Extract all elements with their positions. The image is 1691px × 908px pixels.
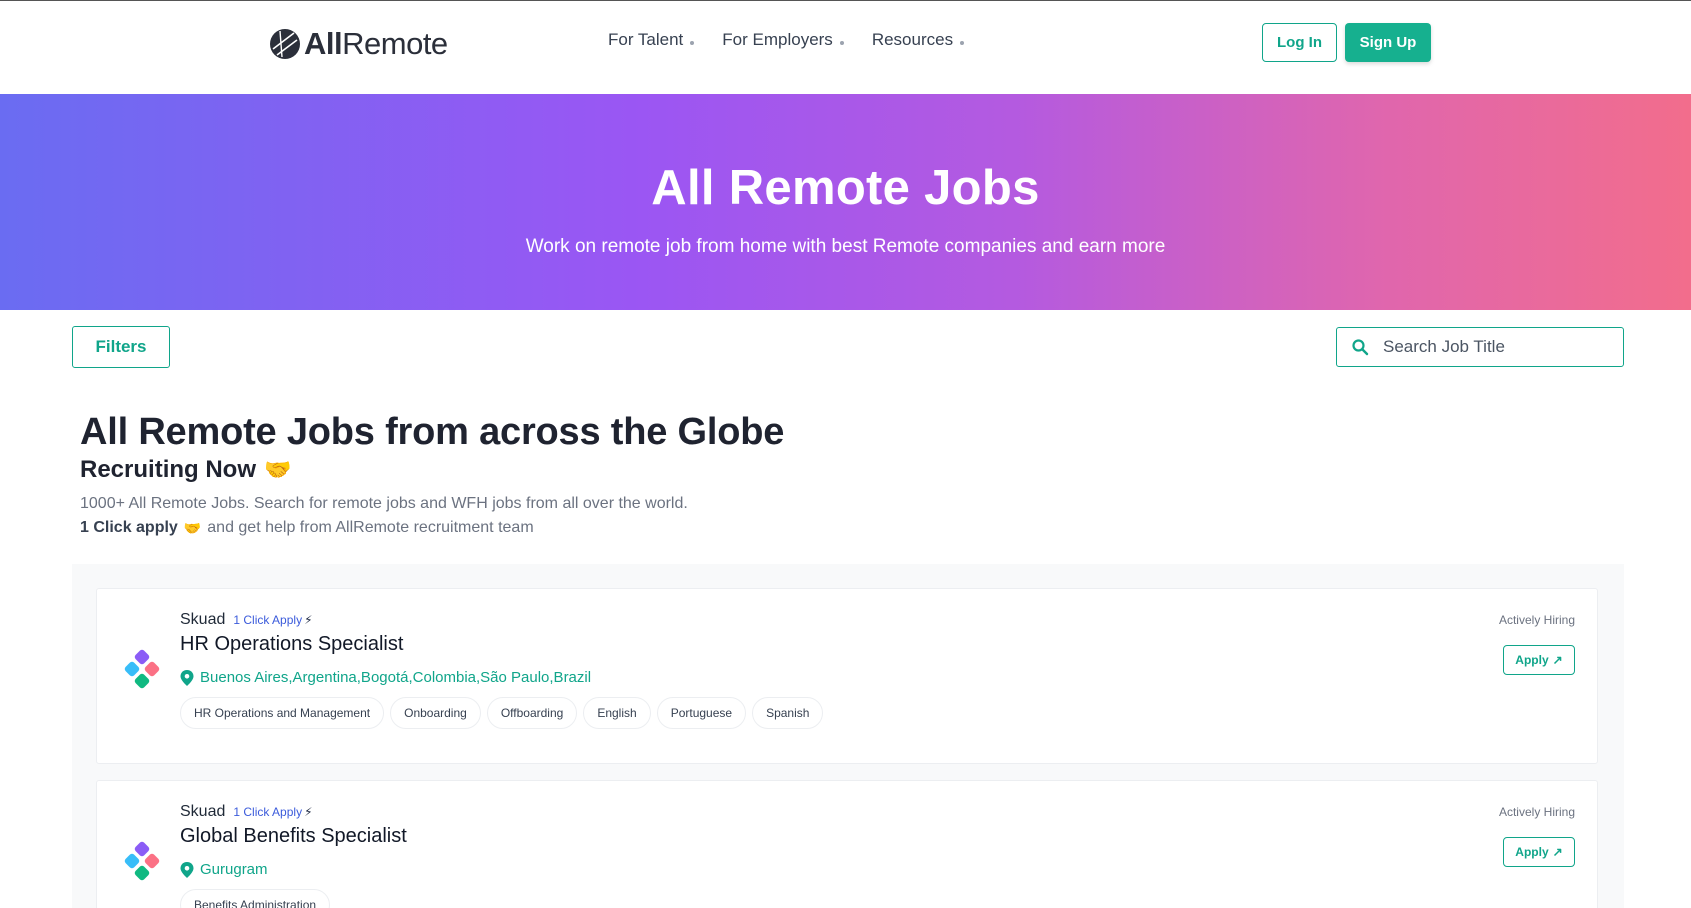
- job-card[interactable]: Skuad 1 Click Apply ⚡ HR Operations Spec…: [96, 588, 1598, 764]
- globe-logo-icon: [270, 29, 300, 59]
- logo-wordmark: AllRemote: [304, 26, 448, 61]
- skill-tag[interactable]: Spanish: [752, 697, 824, 729]
- skuad-logo-icon: [124, 841, 160, 881]
- nav-label: For Employers: [722, 30, 833, 49]
- search-icon: [1352, 339, 1369, 356]
- skill-tag[interactable]: Onboarding: [390, 697, 481, 729]
- one-click-apply-badge: 1 Click Apply ⚡: [233, 613, 312, 627]
- hiring-status: Actively Hiring: [1498, 613, 1575, 627]
- apply-button[interactable]: Apply ↗: [1503, 837, 1575, 867]
- handshake-icon: 🤝: [183, 519, 202, 536]
- login-button[interactable]: Log In: [1262, 23, 1337, 62]
- dropdown-dot-icon: [960, 41, 965, 45]
- handshake-icon: 🤝: [264, 457, 292, 482]
- search-box[interactable]: [1336, 327, 1624, 367]
- skill-tag[interactable]: Portuguese: [656, 697, 747, 729]
- hero-subtitle: Work on remote job from home with best R…: [525, 236, 1166, 257]
- one-click-apply-label: 1 Click Apply: [233, 613, 303, 627]
- skill-tag[interactable]: Benefits Administration: [180, 889, 331, 908]
- nav-label: Resources: [871, 30, 954, 49]
- hero-banner: All Remote Jobs Work on remote job from …: [0, 94, 1691, 310]
- location-pin-icon: [180, 669, 194, 686]
- intro-description: 1000+ All Remote Jobs. Search for remote…: [80, 495, 688, 512]
- one-click-apply-label: 1 Click Apply: [233, 805, 303, 819]
- skill-tag[interactable]: HR Operations and Management: [180, 697, 385, 729]
- job-card[interactable]: Skuad 1 Click Apply ⚡ Global Benefits Sp…: [96, 780, 1598, 908]
- recruiting-now-text: Recruiting Now: [80, 456, 257, 483]
- lightning-icon: ⚡: [304, 805, 313, 819]
- job-location: Gurugram: [180, 861, 268, 878]
- job-title[interactable]: HR Operations Specialist: [180, 633, 403, 656]
- location-text: Buenos Aires,Argentina,Bogotá,Colombia,S…: [200, 669, 592, 686]
- dropdown-dot-icon: [839, 41, 844, 45]
- apply-button[interactable]: Apply ↗: [1503, 645, 1575, 675]
- search-input[interactable]: [1383, 337, 1603, 357]
- hiring-status: Actively Hiring: [1498, 805, 1575, 819]
- company-name[interactable]: Skuad: [180, 803, 225, 821]
- one-click-apply-note: 1 Click apply 🤝 and get help from AllRem…: [80, 519, 534, 537]
- filters-button[interactable]: Filters: [72, 326, 170, 368]
- company-name[interactable]: Skuad: [180, 611, 225, 629]
- one-click-apply-rest: and get help from AllRemote recruitment …: [207, 519, 534, 536]
- page-title: All Remote Jobs from across the Globe: [80, 411, 785, 453]
- company-row: Skuad 1 Click Apply ⚡: [180, 803, 313, 821]
- apply-label: Apply: [1515, 845, 1549, 859]
- job-title[interactable]: Global Benefits Specialist: [180, 825, 407, 848]
- location-text: Gurugram: [200, 861, 268, 878]
- allremote-logo[interactable]: AllRemote: [268, 24, 448, 64]
- lightning-icon: ⚡: [304, 613, 313, 627]
- skill-tag[interactable]: English: [583, 697, 651, 729]
- job-listing: Skuad 1 Click Apply ⚡ HR Operations Spec…: [72, 564, 1624, 908]
- skill-tags: HR Operations and Management Onboarding …: [180, 697, 824, 729]
- hero-title: All Remote Jobs: [651, 161, 1040, 215]
- external-arrow-icon: ↗: [1552, 653, 1563, 667]
- one-click-apply-bold: 1 Click apply: [80, 519, 178, 536]
- recruiting-now-heading: Recruiting Now 🤝: [80, 456, 291, 484]
- site-header: AllRemote For Talent For Employers Resou…: [0, 2, 1691, 94]
- dropdown-dot-icon: [690, 41, 695, 45]
- one-click-apply-badge: 1 Click Apply ⚡: [233, 805, 312, 819]
- signup-button[interactable]: Sign Up: [1345, 23, 1431, 62]
- main-nav: For Talent For Employers Resources: [608, 30, 965, 50]
- nav-label: For Talent: [608, 30, 684, 49]
- nav-resources[interactable]: Resources: [871, 30, 965, 50]
- nav-for-talent[interactable]: For Talent: [608, 30, 695, 50]
- company-row: Skuad 1 Click Apply ⚡: [180, 611, 313, 629]
- location-pin-icon: [180, 861, 194, 878]
- external-arrow-icon: ↗: [1552, 845, 1563, 859]
- skill-tags: Benefits Administration: [180, 889, 331, 908]
- job-location: Buenos Aires,Argentina,Bogotá,Colombia,S…: [180, 669, 591, 686]
- apply-label: Apply: [1515, 653, 1549, 667]
- nav-for-employers[interactable]: For Employers: [722, 30, 844, 50]
- skuad-logo-icon: [124, 649, 160, 689]
- skill-tag[interactable]: Offboarding: [486, 697, 578, 729]
